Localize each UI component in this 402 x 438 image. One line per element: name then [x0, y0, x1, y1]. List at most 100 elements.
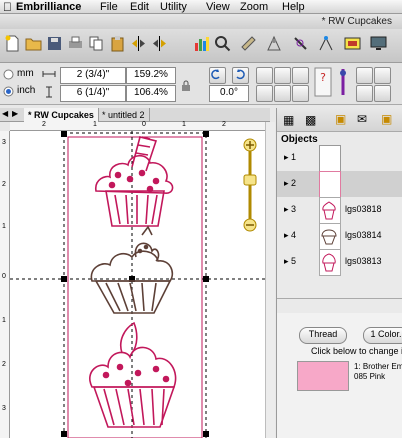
width-field[interactable]: 2 (3/4)"	[60, 67, 126, 84]
hoop-outline	[67, 136, 203, 438]
canvas-scrollbar[interactable]	[265, 122, 275, 438]
tab-untitled-2[interactable]: * untitled 2	[98, 108, 150, 122]
cupcake-design-top[interactable]	[95, 136, 174, 227]
selection-handle[interactable]	[61, 131, 67, 137]
object-thumbnail	[319, 249, 341, 276]
print-icon[interactable]	[67, 35, 84, 52]
nudge-up-button[interactable]	[356, 85, 373, 102]
svg-text:?: ?	[320, 71, 326, 84]
object-thumbnail	[319, 197, 341, 224]
stitch-tool-icon[interactable]	[318, 35, 335, 52]
menu-file[interactable]: File	[100, 0, 118, 14]
center-button[interactable]	[274, 67, 291, 84]
selection-handle[interactable]	[61, 276, 67, 282]
ungroup-button[interactable]	[274, 85, 291, 102]
height-field[interactable]: 6 (1/4)"	[60, 85, 126, 102]
object-label: lgs03814	[345, 230, 382, 240]
objects-panel: ▦ ▩ ▣ ✉ ▣ Objects ▸ 1 ▸ 2 ▸ 3 lgs03818 ▸…	[276, 108, 402, 438]
ruler-tick-label: 3	[2, 139, 6, 146]
combine-button[interactable]	[292, 85, 309, 102]
unit-inch-radio[interactable]	[3, 86, 14, 97]
save-icon[interactable]	[46, 35, 63, 52]
envelope-icon[interactable]: ✉	[357, 112, 367, 126]
thread-code: 085 Pink	[354, 372, 386, 381]
tab-scroll-right-icon[interactable]: ▶	[12, 109, 18, 118]
thread-color-swatch[interactable]	[297, 361, 349, 391]
width-percent-field[interactable]: 159.2%	[126, 67, 176, 84]
distribute-button[interactable]	[292, 67, 309, 84]
mirror-horizontal-icon[interactable]	[130, 35, 147, 52]
hoop-tool-icon[interactable]	[266, 35, 283, 52]
object-number: ▸ 5	[284, 256, 297, 266]
selection-handle[interactable]	[203, 276, 209, 282]
ruler-tick-label: 0	[142, 121, 146, 128]
design-canvas[interactable]	[10, 131, 265, 438]
new-document-icon[interactable]	[4, 35, 21, 52]
selection-handle[interactable]	[61, 431, 67, 437]
object-row-3[interactable]: ▸ 3 lgs03818	[277, 197, 402, 224]
ruler-tick-label: 2	[222, 121, 226, 128]
unlock-icon[interactable]: ▣	[381, 112, 392, 126]
selection-handle[interactable]	[203, 431, 209, 437]
lock-aspect-icon[interactable]	[181, 80, 191, 92]
menu-zoom[interactable]: Zoom	[240, 0, 268, 14]
tab-scroll-left-icon[interactable]: ◀	[2, 109, 8, 118]
menu-help[interactable]: Help	[282, 0, 305, 14]
magnifier-icon[interactable]	[214, 35, 231, 52]
object-label: lgs03813	[345, 256, 382, 266]
menu-view[interactable]: View	[206, 0, 230, 14]
cupcake-thumb-icon	[321, 229, 337, 245]
color-count-button[interactable]: 1 Color.	[363, 327, 402, 344]
ruler-tool-icon[interactable]	[240, 35, 257, 52]
object-row-1[interactable]: ▸ 1	[277, 145, 402, 172]
object-row-4[interactable]: ▸ 4 lgs03814	[277, 223, 402, 250]
object-number: ▸ 1	[284, 152, 297, 162]
color-chart-icon[interactable]	[193, 35, 210, 52]
help-question-icon[interactable]: ?	[314, 67, 332, 97]
copy-icon[interactable]	[88, 35, 105, 52]
ruler-tick-label: 3	[2, 405, 6, 412]
object-group-icon[interactable]: ▩	[305, 113, 316, 127]
lock-icon[interactable]: ▣	[335, 112, 346, 126]
unit-mm-label: mm	[17, 68, 34, 79]
mirror-vertical-icon[interactable]	[151, 35, 168, 52]
nudge-right-button[interactable]	[374, 67, 391, 84]
menu-edit[interactable]: Edit	[130, 0, 149, 14]
panel-divider	[277, 298, 402, 299]
stitch-player-icon[interactable]	[344, 35, 361, 52]
tab-label: * RW Cupcakes	[28, 110, 94, 120]
thread-button[interactable]: Thread	[299, 327, 347, 344]
tab-rw-cupcakes[interactable]: * RW Cupcakes	[24, 108, 99, 122]
unit-mm-radio[interactable]	[3, 69, 14, 80]
group-button[interactable]	[256, 85, 273, 102]
app-menu[interactable]: Embrilliance	[16, 0, 81, 14]
object-number: ▸ 2	[284, 178, 297, 188]
objects-header: Objects	[281, 134, 318, 145]
needle-icon[interactable]	[336, 67, 350, 97]
nudge-down-button[interactable]	[374, 85, 391, 102]
ruler-tick-label: 1	[93, 121, 97, 128]
thread-panel: Thread 1 Color. Click below to change in…	[277, 313, 402, 438]
open-folder-icon[interactable]	[25, 35, 42, 52]
rotation-field[interactable]: 0.0°	[209, 85, 249, 102]
rotate-right-button[interactable]	[232, 67, 249, 84]
wand-tool-icon[interactable]	[292, 35, 309, 52]
align-button[interactable]	[256, 67, 273, 84]
height-percent-field[interactable]: 106.4%	[126, 85, 176, 102]
cupcake-design-bottom[interactable]	[89, 321, 177, 428]
vertical-ruler: 3 2 1 0 1 2 3	[0, 131, 10, 438]
main-toolbar: 3D	[0, 29, 402, 79]
zoom-slider[interactable]	[243, 138, 257, 232]
selection-handle[interactable]	[203, 131, 209, 137]
apple-menu-icon[interactable]: 	[3, 0, 12, 14]
ruler-tick-label: 2	[2, 181, 6, 188]
nudge-left-button[interactable]	[356, 67, 373, 84]
object-list-icon[interactable]: ▦	[283, 113, 294, 127]
unit-inch-label: inch	[17, 85, 36, 96]
rotate-left-button[interactable]	[209, 67, 226, 84]
menu-utility[interactable]: Utility	[160, 0, 187, 14]
paste-icon[interactable]	[109, 35, 126, 52]
object-row-2[interactable]: ▸ 2	[277, 171, 402, 198]
object-row-5[interactable]: ▸ 5 lgs03813	[277, 249, 402, 276]
monitor-icon[interactable]	[370, 35, 387, 52]
